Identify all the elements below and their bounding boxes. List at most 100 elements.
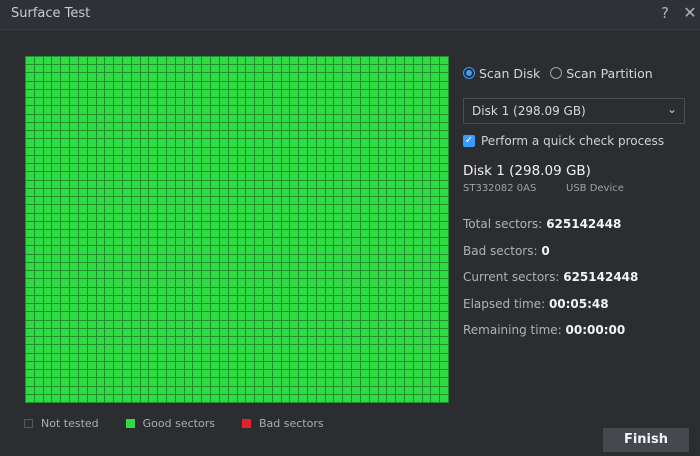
sector-cell: [431, 295, 440, 304]
sector-cell: [281, 353, 290, 361]
sector-cell: [43, 106, 52, 114]
sector-cell: [369, 221, 378, 229]
sector-cell: [404, 361, 413, 370]
sector-cell: [105, 320, 114, 328]
sector-cell: [246, 57, 255, 65]
sector-cell: [263, 213, 272, 221]
sector-cell: [61, 238, 70, 246]
sector-cell: [167, 155, 175, 164]
sector-cell: [158, 57, 166, 65]
sector-cell: [78, 320, 87, 328]
disk-select[interactable]: Disk 1 (298.09 GB) ⌄: [463, 98, 685, 124]
sector-cell: [26, 65, 34, 73]
sector-cell: [114, 188, 122, 197]
sector-cell: [325, 89, 334, 98]
sector-cell: [422, 246, 431, 254]
sector-cell: [413, 197, 422, 205]
sector-cell: [175, 89, 184, 98]
sector-cell: [184, 180, 193, 188]
sector-cell: [202, 122, 211, 131]
sector-cell: [122, 361, 131, 370]
sector-cell: [122, 230, 131, 238]
current-sectors-label: Current sectors:: [463, 270, 560, 284]
sector-cell: [246, 370, 255, 378]
sector-cell: [263, 370, 272, 378]
sector-cell: [26, 81, 34, 89]
sector-cell: [122, 370, 131, 378]
sector-cell: [193, 254, 202, 262]
sector-cell: [43, 139, 52, 147]
sector-cell: [26, 386, 34, 394]
sector-cell: [343, 180, 352, 188]
sector-cell: [149, 337, 158, 345]
sector-cell: [281, 89, 290, 98]
sector-cell: [149, 312, 158, 320]
sector-cell: [369, 262, 378, 271]
sector-cell: [70, 188, 78, 197]
sector-cell: [396, 370, 404, 378]
sector-cell: [352, 370, 360, 378]
sector-cell: [263, 312, 272, 320]
sector-cell: [105, 287, 114, 295]
sector-cell: [237, 205, 246, 213]
sector-cell: [131, 197, 140, 205]
sector-cell: [396, 73, 404, 81]
disk-model: ST332082 0AS: [463, 183, 537, 194]
sector-cell: [34, 197, 43, 205]
sector-cell: [281, 122, 290, 131]
sector-cell: [440, 287, 448, 295]
sector-cell: [34, 304, 43, 312]
sector-cell: [52, 81, 61, 89]
quick-check-checkbox[interactable]: ✓ Perform a quick check process: [463, 134, 664, 148]
sector-cell: [422, 155, 431, 164]
sector-cell: [378, 394, 387, 402]
sector-cell: [122, 89, 131, 98]
sector-cell: [325, 345, 334, 353]
current-sectors-value: 625142448: [563, 270, 639, 284]
sector-cell: [272, 271, 281, 279]
sector-cell: [237, 147, 246, 155]
sector-cell: [105, 328, 114, 337]
sector-cell: [78, 304, 87, 312]
sector-cell: [158, 312, 166, 320]
sector-cell: [175, 279, 184, 287]
sector-cell: [211, 230, 219, 238]
sector-cell: [131, 139, 140, 147]
sector-cell: [404, 279, 413, 287]
sector-cell: [290, 295, 299, 304]
sector-cell: [422, 295, 431, 304]
sector-cell: [52, 114, 61, 122]
sector-cell: [281, 246, 290, 254]
sector-cell: [122, 57, 131, 65]
sector-cell: [440, 254, 448, 262]
sector-cell: [228, 180, 237, 188]
sector-cell: [228, 287, 237, 295]
sector-cell: [43, 98, 52, 106]
sector-cell: [404, 287, 413, 295]
sector-cell: [61, 89, 70, 98]
help-icon[interactable]: ?: [655, 4, 675, 22]
sector-cell: [114, 279, 122, 287]
sector-cell: [413, 57, 422, 65]
sector-cell: [78, 254, 87, 262]
close-icon[interactable]: ✕: [680, 3, 700, 22]
sector-cell: [228, 345, 237, 353]
finish-button[interactable]: Finish: [603, 428, 689, 452]
sector-cell: [308, 262, 316, 271]
sector-cell: [175, 378, 184, 386]
sector-cell: [360, 57, 369, 65]
sector-cell: [422, 139, 431, 147]
sector-cell: [52, 139, 61, 147]
sector-cell: [184, 353, 193, 361]
chevron-down-icon: ⌄: [666, 102, 677, 116]
scan-disk-radio[interactable]: Scan Disk: [463, 66, 540, 81]
sector-cell: [343, 155, 352, 164]
sector-cell: [167, 230, 175, 238]
sector-cell: [105, 361, 114, 370]
sector-cell: [122, 81, 131, 89]
sector-cell: [299, 98, 307, 106]
sector-cell: [369, 295, 378, 304]
scan-partition-radio[interactable]: Scan Partition: [550, 66, 653, 81]
sector-cell: [131, 262, 140, 271]
sector-cell: [396, 345, 404, 353]
